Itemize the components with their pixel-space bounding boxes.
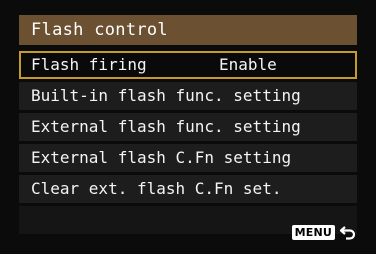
menu-item-label: External flash func. setting [31, 117, 301, 136]
footer: MENU [291, 224, 357, 240]
flash-control-menu: Flash firing Enable Built-in flash func.… [19, 51, 357, 234]
menu-item-built-in-flash-setting[interactable]: Built-in flash func. setting [19, 82, 357, 110]
menu-item-label: Clear ext. flash C.Fn set. [31, 179, 282, 198]
menu-item-clear-ext-flash-cfn[interactable]: Clear ext. flash C.Fn set. [19, 175, 357, 203]
menu-item-label: External flash C.Fn setting [31, 148, 292, 167]
menu-item-label: Built-in flash func. setting [31, 86, 301, 105]
menu-item-flash-firing[interactable]: Flash firing Enable [19, 51, 357, 79]
return-arrow-icon[interactable] [339, 224, 357, 240]
camera-menu-screen: Flash control Flash firing Enable Built-… [0, 0, 376, 254]
page-title: Flash control [19, 15, 357, 45]
flash-firing-value: Enable [219, 55, 277, 74]
menu-item-external-flash-cfn-setting[interactable]: External flash C.Fn setting [19, 144, 357, 172]
menu-button[interactable]: MENU [291, 224, 335, 240]
menu-item-label: Flash firing [31, 55, 147, 74]
menu-item-external-flash-setting[interactable]: External flash func. setting [19, 113, 357, 141]
